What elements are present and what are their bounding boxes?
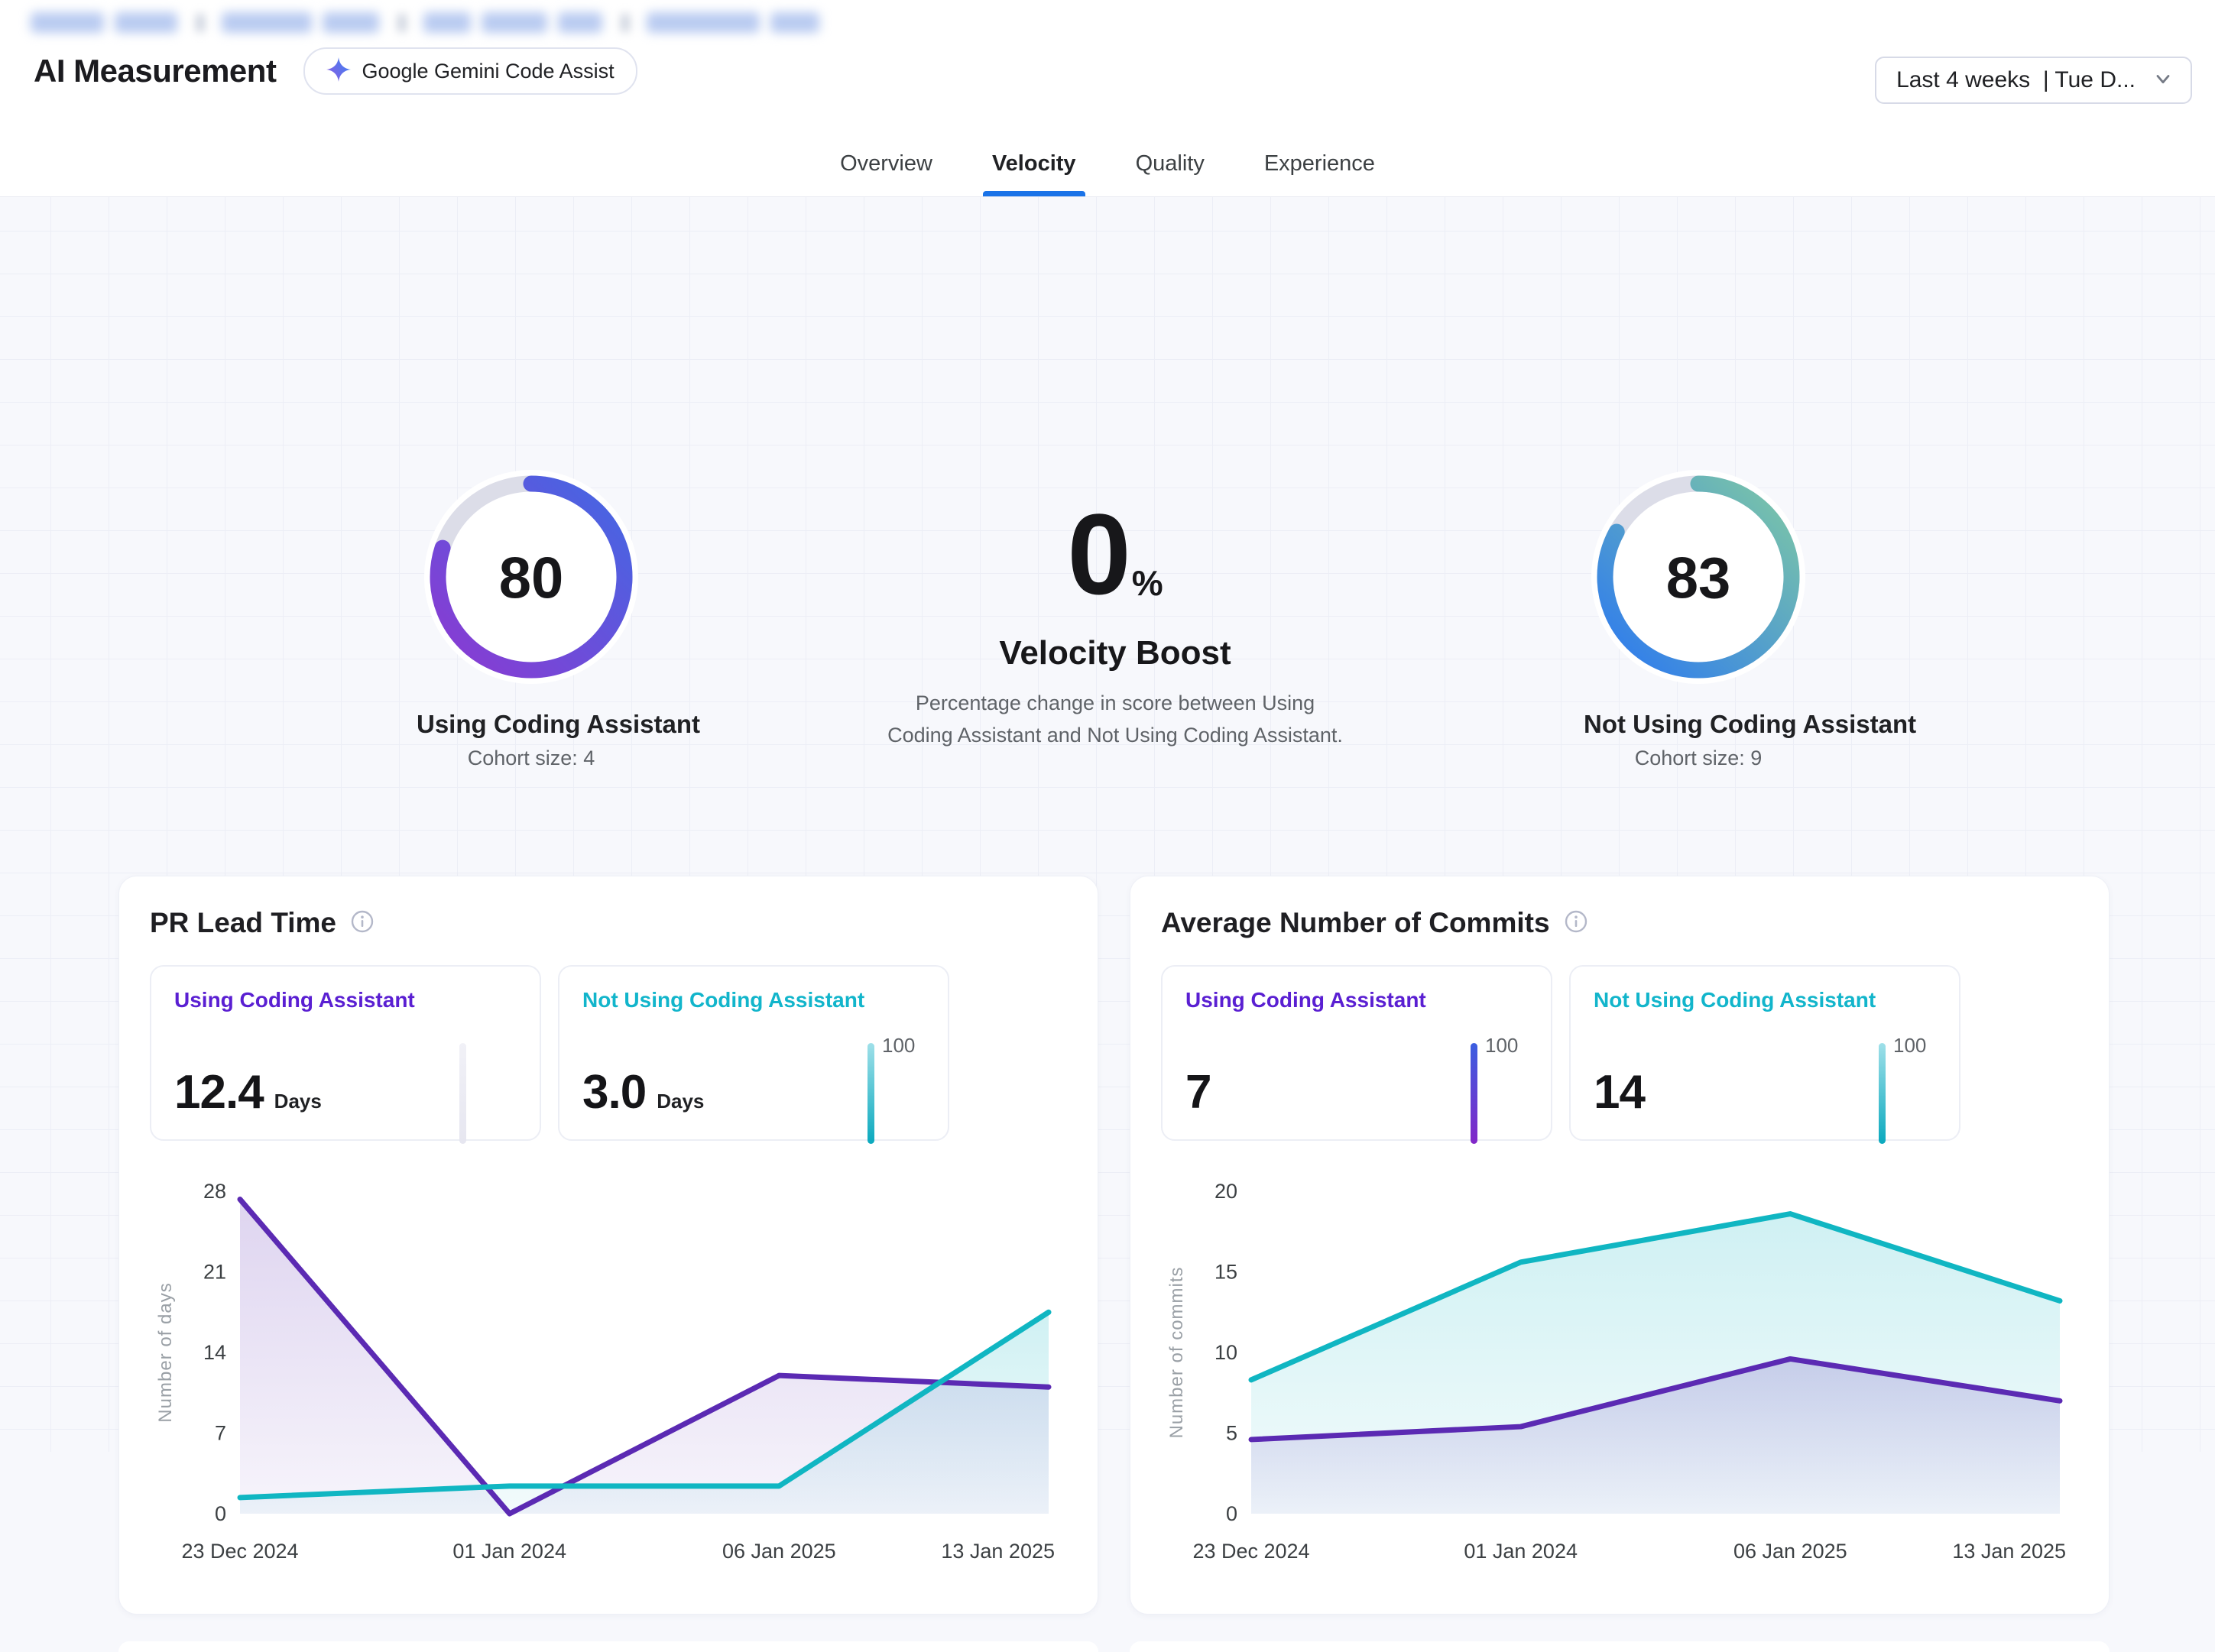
velocity-boost-description: Percentage change in score between Using… — [886, 688, 1344, 752]
badge-label: Google Gemini Code Assist — [362, 60, 614, 83]
page-title: AI Measurement — [34, 53, 276, 89]
svg-text:10: 10 — [1215, 1341, 1237, 1364]
score-gauge-not-using: 83 — [1584, 466, 1813, 692]
stat-gauge-pill — [1879, 1043, 1886, 1144]
stat-gauge-max: 100 — [1485, 1034, 1536, 1058]
content-area: 80 Using Coding Assistant Cohort size: 4… — [0, 197, 2215, 1452]
date-range-dropdown[interactable]: Last 4 weeks | Tue D... — [1875, 57, 2192, 104]
stat-card-not-using: Not Using Coding Assistant 100 3.0 Days — [558, 965, 949, 1141]
svg-text:01 Jan 2024: 01 Jan 2024 — [1464, 1540, 1578, 1563]
card-title: PR Lead Time — [150, 907, 336, 939]
gemini-sparkle-icon — [326, 57, 351, 86]
breadcrumb-redacted-segment[interactable] — [423, 12, 471, 33]
velocity-boost-value: 0 % — [878, 497, 1352, 611]
breadcrumb-redacted-segment[interactable] — [558, 12, 602, 33]
breadcrumb-separator — [621, 14, 630, 32]
svg-text:0: 0 — [1226, 1502, 1237, 1525]
title-row: AI Measurement Google Gemini Code Assist — [34, 47, 637, 95]
svg-text:7: 7 — [215, 1422, 226, 1445]
using-assistant-score-widget: 80 Using Coding Assistant Cohort size: 4 — [417, 466, 646, 770]
svg-text:Number of commits: Number of commits — [1166, 1266, 1187, 1438]
stat-label: Using Coding Assistant — [174, 988, 517, 1012]
cohort-size-text: Cohort size: 4 — [417, 747, 646, 770]
breadcrumb-separator — [196, 14, 205, 32]
average-commits-chart: 0 5 10 15 20 Number of commits 23 Dec 2024 01 J… — [1161, 1173, 2080, 1570]
stat-value: 7 — [1185, 1065, 1211, 1119]
card-title: Average Number of Commits — [1161, 907, 1550, 939]
info-icon[interactable] — [1564, 909, 1588, 938]
tab-bar: Overview Velocity Quality Experience — [0, 151, 2215, 196]
boost-percent-sign: % — [1132, 565, 1163, 601]
tab-experience[interactable]: Experience — [1260, 151, 1380, 196]
stat-card-using: Using Coding Assistant 100 7 — [1161, 965, 1552, 1141]
breadcrumb-redacted-segment[interactable] — [770, 12, 819, 33]
svg-text:20: 20 — [1215, 1180, 1237, 1203]
breadcrumb-redacted-segment[interactable] — [222, 12, 312, 33]
svg-text:15: 15 — [1215, 1261, 1237, 1284]
velocity-boost-title: Velocity Boost — [878, 634, 1352, 672]
stat-gauge-pill — [459, 1043, 466, 1144]
average-commits-card: Average Number of Commits Using Coding A… — [1130, 876, 2110, 1615]
svg-text:06 Jan 2025: 06 Jan 2025 — [1733, 1540, 1847, 1563]
gauge-label: Not Using Coding Assistant — [1584, 710, 1813, 739]
tab-quality[interactable]: Quality — [1131, 151, 1209, 196]
stat-label: Using Coding Assistant — [1185, 988, 1528, 1012]
breadcrumb-redacted-segment[interactable] — [482, 12, 547, 33]
stat-unit: Days — [274, 1090, 322, 1113]
breadcrumb-redacted-segment[interactable] — [31, 12, 104, 33]
stat-value: 14 — [1594, 1065, 1645, 1119]
score-gauge-using: 80 — [417, 466, 646, 692]
stat-unit: Days — [657, 1090, 704, 1113]
svg-text:06 Jan 2025: 06 Jan 2025 — [722, 1540, 836, 1563]
pr-lead-time-card: PR Lead Time Using Coding Assistant 12.4… — [118, 876, 1098, 1615]
stat-label: Not Using Coding Assistant — [582, 988, 925, 1012]
svg-text:28: 28 — [203, 1180, 226, 1203]
pr-lead-time-chart: 0 7 14 21 28 Number of days 23 Dec 2024 01 Jan … — [150, 1173, 1069, 1570]
velocity-boost-widget: 0 % Velocity Boost Percentage change in … — [878, 497, 1352, 752]
stat-gauge-pill — [868, 1043, 874, 1144]
stat-value: 3.0 — [582, 1065, 646, 1119]
svg-text:23 Dec 2024: 23 Dec 2024 — [181, 1540, 298, 1563]
svg-text:0: 0 — [215, 1502, 226, 1525]
svg-text:21: 21 — [203, 1261, 226, 1284]
breadcrumb-redacted-segment[interactable] — [647, 12, 760, 33]
svg-text:14: 14 — [203, 1341, 226, 1364]
svg-text:5: 5 — [1226, 1422, 1237, 1445]
stat-gauge-max: 100 — [1893, 1034, 1944, 1058]
breadcrumb-separator — [397, 14, 407, 32]
svg-text:80: 80 — [499, 546, 564, 611]
tab-velocity[interactable]: Velocity — [988, 151, 1081, 196]
stat-card-not-using: Not Using Coding Assistant 100 14 — [1569, 965, 1960, 1141]
svg-text:13 Jan 2025: 13 Jan 2025 — [1952, 1540, 2066, 1563]
breadcrumb-redacted-segment[interactable] — [323, 12, 379, 33]
svg-text:Number of days: Number of days — [155, 1282, 176, 1422]
gauge-label: Using Coding Assistant — [417, 710, 646, 739]
info-icon[interactable] — [350, 909, 375, 938]
chevron-down-icon — [2152, 68, 2174, 93]
breadcrumb[interactable] — [31, 12, 830, 33]
boost-number: 0 — [1067, 497, 1127, 611]
ai-measurement-page: AI Measurement Google Gemini Code Assist — [0, 0, 2215, 1452]
stat-card-using: Using Coding Assistant 12.4 Days — [150, 965, 541, 1141]
svg-text:01 Jan 2024: 01 Jan 2024 — [452, 1540, 566, 1563]
breadcrumb-redacted-segment[interactable] — [115, 12, 177, 33]
date-range-value: Last 4 weeks | Tue D... — [1896, 67, 2136, 93]
cohort-size-text: Cohort size: 9 — [1584, 747, 1813, 770]
stat-gauge-max: 100 — [882, 1034, 932, 1058]
stat-value: 12.4 — [174, 1065, 264, 1119]
stat-gauge-pill — [1471, 1043, 1477, 1144]
svg-text:13 Jan 2025: 13 Jan 2025 — [941, 1540, 1055, 1563]
page-header: AI Measurement Google Gemini Code Assist — [0, 0, 2215, 197]
svg-text:83: 83 — [1666, 546, 1731, 611]
gemini-code-assist-badge: Google Gemini Code Assist — [303, 47, 637, 95]
svg-text:23 Dec 2024: 23 Dec 2024 — [1192, 1540, 1309, 1563]
below-fold-card-edge — [118, 1641, 1098, 1652]
below-fold-card-edge — [1130, 1641, 2110, 1652]
stat-label: Not Using Coding Assistant — [1594, 988, 1936, 1012]
tab-overview[interactable]: Overview — [835, 151, 937, 196]
not-using-assistant-score-widget: 83 Not Using Coding Assistant Cohort siz… — [1584, 466, 1813, 770]
